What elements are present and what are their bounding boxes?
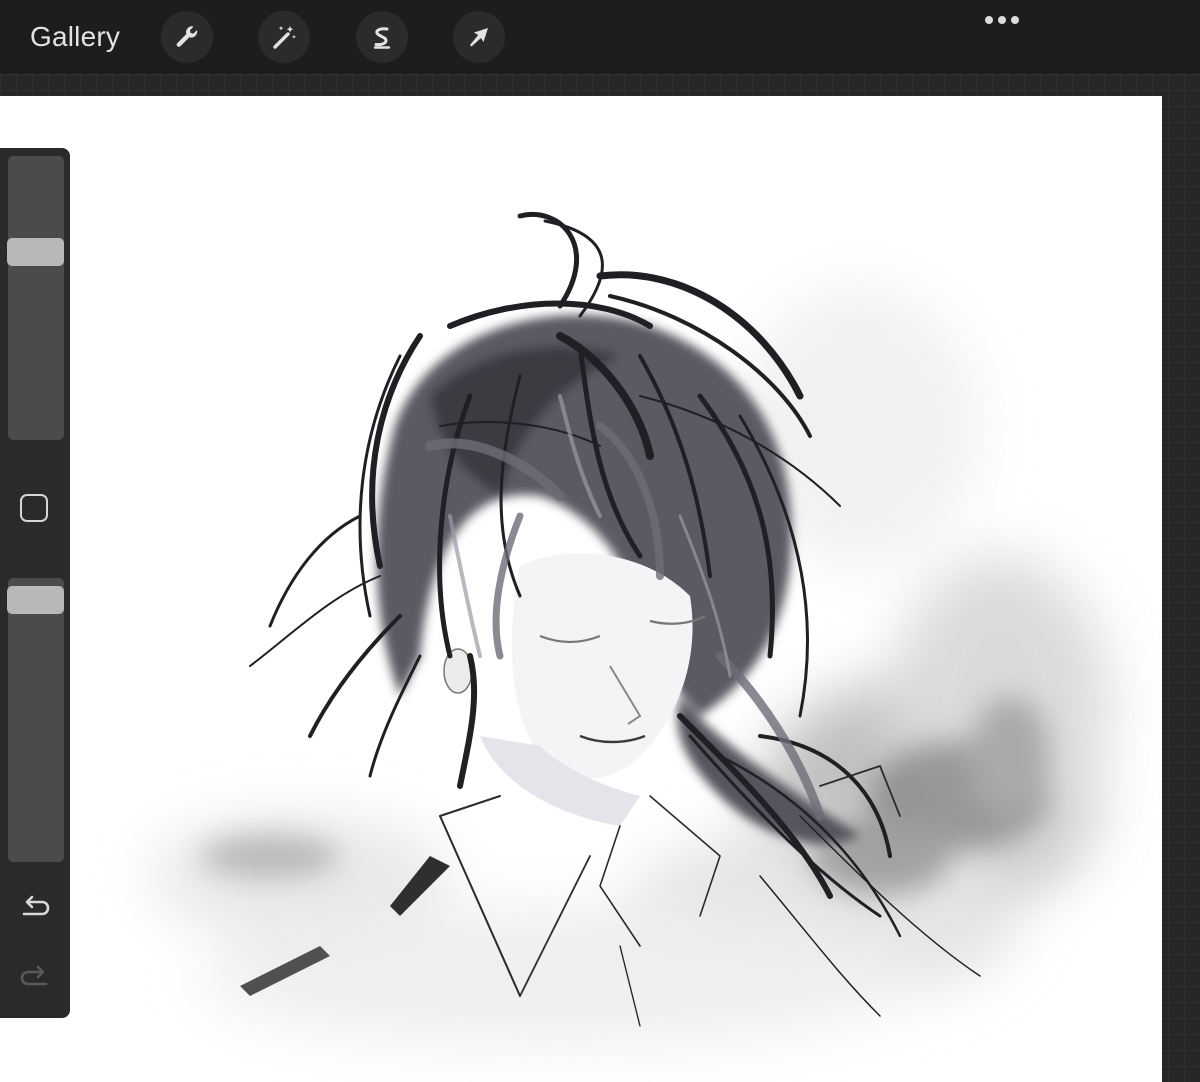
adjustments-button[interactable] [258,11,310,63]
opacity-thumb[interactable] [7,586,64,614]
transform-button[interactable] [453,11,505,63]
brush-size-thumb[interactable] [7,238,64,266]
selection-button[interactable] [356,11,408,63]
brush-size-slider[interactable] [7,156,64,440]
wrench-icon [176,26,198,47]
modify-button[interactable] [20,494,48,522]
left-sidebar [0,148,70,1018]
sketch-artwork [150,212,1110,1046]
arrow-cursor-icon [470,28,488,47]
top-toolbar: Gallery [0,0,1200,74]
redo-icon[interactable] [18,958,52,992]
ellipsis-icon[interactable] [980,8,1024,32]
drawing-canvas[interactable] [0,96,1162,1082]
magic-wand-icon [273,26,296,49]
selection-s-icon [373,27,391,49]
undo-icon[interactable] [18,888,52,922]
actions-button[interactable] [161,11,213,63]
opacity-slider[interactable] [7,578,64,862]
gallery-button[interactable]: Gallery [30,18,120,56]
